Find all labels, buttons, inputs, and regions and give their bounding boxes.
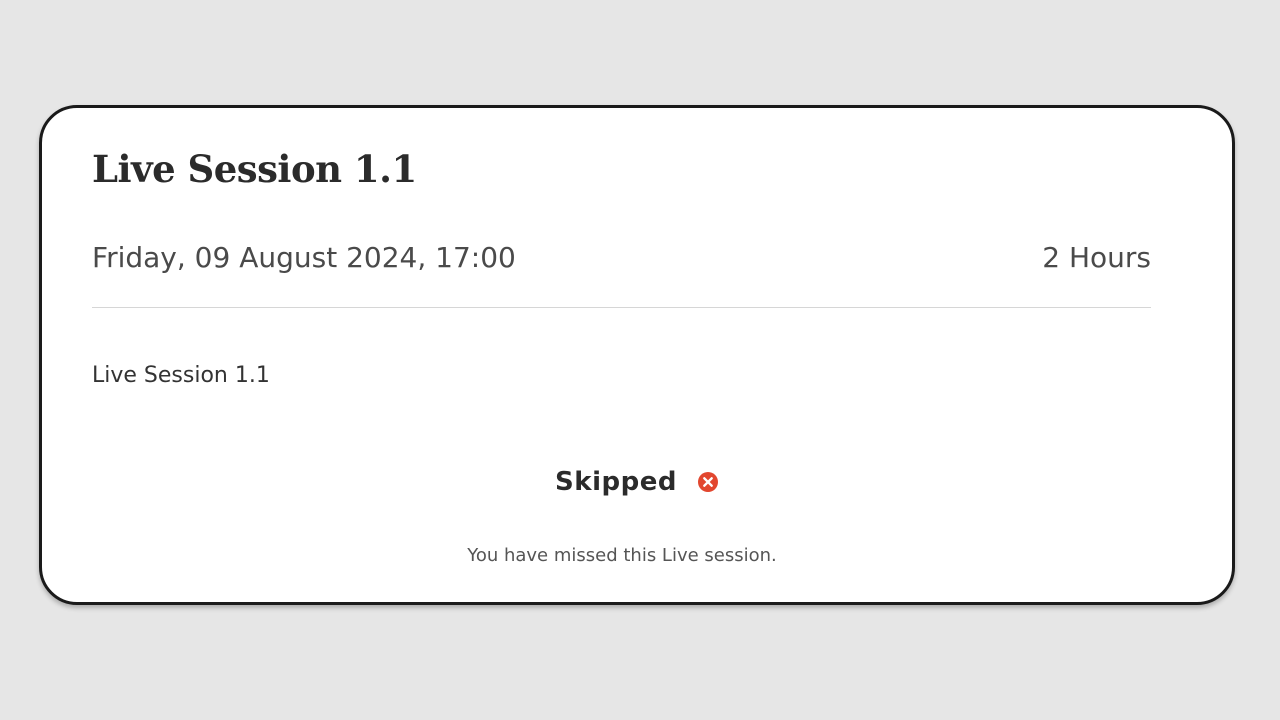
status-label: Skipped <box>555 467 677 497</box>
status-message: You have missed this Live session. <box>467 545 777 566</box>
session-meta-row: Friday, 09 August 2024, 17:00 2 Hours <box>92 240 1151 276</box>
x-circle-icon <box>697 471 719 493</box>
session-duration: 2 Hours <box>1042 241 1151 274</box>
session-card: Live Session 1.1 Friday, 09 August 2024,… <box>39 105 1235 605</box>
divider <box>92 307 1151 308</box>
session-title: Live Session 1.1 <box>92 147 417 191</box>
session-description: Live Session 1.1 <box>92 363 270 388</box>
status-row: Skipped <box>42 466 1232 498</box>
session-datetime: Friday, 09 August 2024, 17:00 <box>92 241 516 274</box>
